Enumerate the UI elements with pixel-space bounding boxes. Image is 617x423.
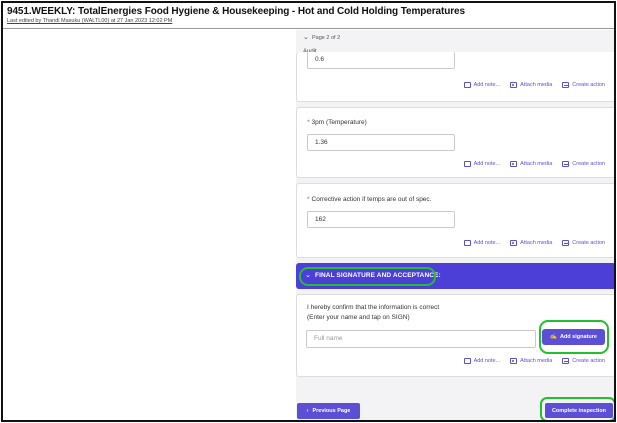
attach-media-label: Attach media: [520, 161, 553, 167]
image-icon: [510, 240, 518, 246]
highlight-ring: [540, 397, 614, 420]
create-action-link[interactable]: Create action: [562, 161, 605, 167]
question-card: * 3pm (Temperature) 1.36 Add note... Atta…: [296, 107, 614, 178]
note-icon: [463, 82, 471, 88]
note-icon: [463, 240, 471, 246]
image-icon: [510, 161, 518, 167]
attach-media-link[interactable]: Attach media: [510, 161, 552, 167]
page-number: Page 2 of 2: [312, 35, 341, 41]
highlight-ring: [299, 267, 436, 286]
question-actions: Add note... Attach media Create action: [463, 161, 605, 167]
create-action-label: Create action: [572, 161, 605, 167]
page-title: 9451.WEEKLY: TotalEnergies Food Hygiene …: [7, 6, 465, 17]
last-edited-link[interactable]: Last edited by Thandi Masuku (WALTL00) a…: [7, 18, 172, 24]
action-icon: [562, 82, 570, 88]
previous-page-label: Previous Page: [312, 408, 351, 414]
image-icon: [510, 358, 518, 364]
create-action-label: Create action: [572, 82, 605, 88]
question-label-text: Corrective action if temps are out of sp…: [311, 196, 432, 203]
inspection-column: ⌄ Page 2 of 2 Audit 0.6 Add note... Atta…: [296, 30, 614, 420]
attach-media-link[interactable]: Attach media: [510, 358, 552, 364]
add-note-label: Add note...: [473, 82, 501, 88]
attach-media-label: Attach media: [520, 82, 553, 88]
attach-media-label: Attach media: [520, 240, 553, 246]
attach-media-link[interactable]: Attach media: [510, 240, 552, 246]
note-icon: [463, 358, 471, 364]
answer-field[interactable]: 0.6: [307, 52, 455, 69]
corrective-action-input[interactable]: 162: [307, 211, 455, 228]
full-name-input[interactable]: Full name: [306, 330, 536, 348]
header-divider: [3, 28, 614, 29]
required-marker: *: [307, 196, 310, 203]
image-icon: [510, 82, 518, 88]
chevron-down-icon: ⌄: [303, 34, 309, 41]
question-actions: Add note... Attach media Create action: [463, 82, 605, 88]
question-label: * Corrective action if temps are out of s…: [307, 196, 431, 203]
question-actions: Add note... Attach media Create action: [463, 240, 605, 246]
add-note-label: Add note...: [473, 161, 501, 167]
create-action-link[interactable]: Create action: [562, 240, 605, 246]
add-note-link[interactable]: Add note...: [463, 82, 501, 88]
add-note-link[interactable]: Add note...: [463, 240, 501, 246]
add-note-label: Add note...: [473, 240, 501, 246]
attach-media-link[interactable]: Attach media: [510, 82, 552, 88]
action-icon: [562, 240, 570, 246]
question-label-text: 3pm (Temperature): [311, 119, 367, 126]
highlight-ring: [539, 320, 609, 354]
question-card: 0.6 Add note... Attach media Create acti…: [296, 52, 614, 102]
required-marker: *: [307, 119, 310, 126]
confirm-instructions: (Enter your name and tap on SIGN): [307, 314, 410, 321]
question-card: * Corrective action if temps are out of s…: [296, 183, 614, 258]
create-action-link[interactable]: Create action: [562, 82, 605, 88]
attach-media-label: Attach media: [520, 358, 553, 364]
final-signature-section-header[interactable]: ⌄ FINAL SIGNATURE AND ACCEPTANCE:: [296, 263, 614, 289]
add-note-label: Add note...: [473, 358, 501, 364]
action-icon: [562, 161, 570, 167]
confirm-text: I hereby confirm that the information is…: [307, 304, 440, 311]
create-action-link[interactable]: Create action: [562, 358, 605, 364]
chevron-left-icon: ‹: [306, 408, 309, 414]
add-note-link[interactable]: Add note...: [463, 358, 501, 364]
question-label: * 3pm (Temperature): [307, 119, 367, 126]
temperature-input[interactable]: 1.36: [307, 134, 455, 151]
previous-page-button[interactable]: ‹ Previous Page: [297, 403, 360, 419]
add-note-link[interactable]: Add note...: [463, 161, 501, 167]
app-window: 9451.WEEKLY: TotalEnergies Food Hygiene …: [1, 1, 616, 422]
question-actions: Add note... Attach media Create action: [463, 358, 605, 364]
create-action-label: Create action: [572, 358, 605, 364]
action-icon: [562, 358, 570, 364]
create-action-label: Create action: [572, 240, 605, 246]
note-icon: [463, 161, 471, 167]
